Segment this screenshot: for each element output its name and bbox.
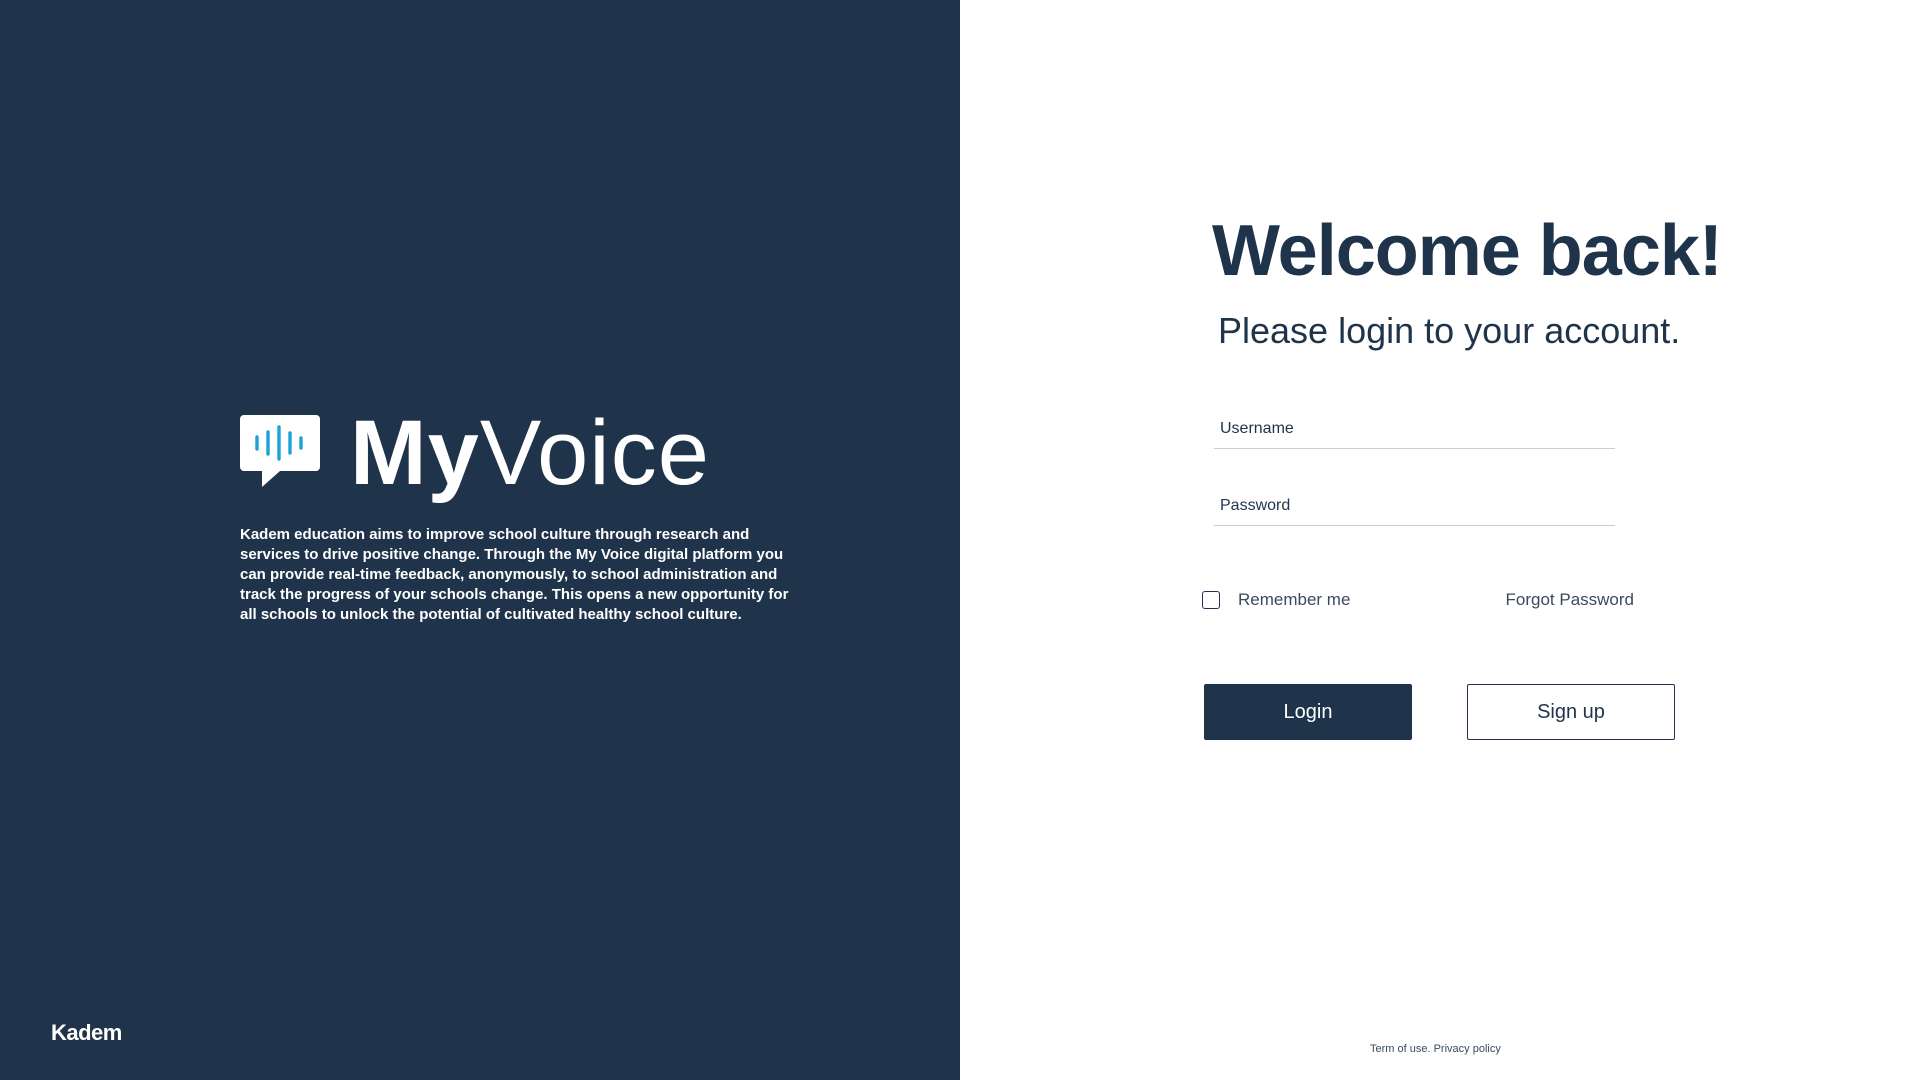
username-input[interactable] [1214,409,1615,449]
password-input[interactable] [1214,486,1615,526]
wordmark-voice: Voice [479,402,710,504]
login-button[interactable]: Login [1204,684,1412,740]
page-subtitle: Please login to your account. [1218,310,1681,351]
signup-button[interactable]: Sign up [1467,684,1675,740]
brand-panel: MyVoice Kadem education aims to improve … [0,0,960,1080]
remember-me-checkbox[interactable] [1202,591,1220,609]
remember-me-label: Remember me [1238,590,1351,609]
login-panel: Welcome back! Please login to your accou… [960,0,1920,1080]
app-wordmark: MyVoice [350,407,710,499]
speech-bubble-soundwave-icon [240,415,320,487]
login-page: MyVoice Kadem education aims to improve … [0,0,1920,1080]
forgot-password-link[interactable]: Forgot Password [1506,590,1635,610]
brand-logo: MyVoice [240,407,710,499]
wordmark-my: My [350,402,480,504]
privacy-link[interactable]: Privacy policy [1434,1043,1501,1055]
brand-description: Kadem education aims to improve school c… [240,526,789,623]
footer-links: Term of use. Privacy policy [1370,1043,1501,1055]
remember-me[interactable]: Remember me [1202,590,1350,610]
page-title: Welcome back! [1212,211,1723,291]
company-logo: Kadem [51,1020,122,1045]
terms-link[interactable]: Term of use. [1370,1043,1431,1055]
